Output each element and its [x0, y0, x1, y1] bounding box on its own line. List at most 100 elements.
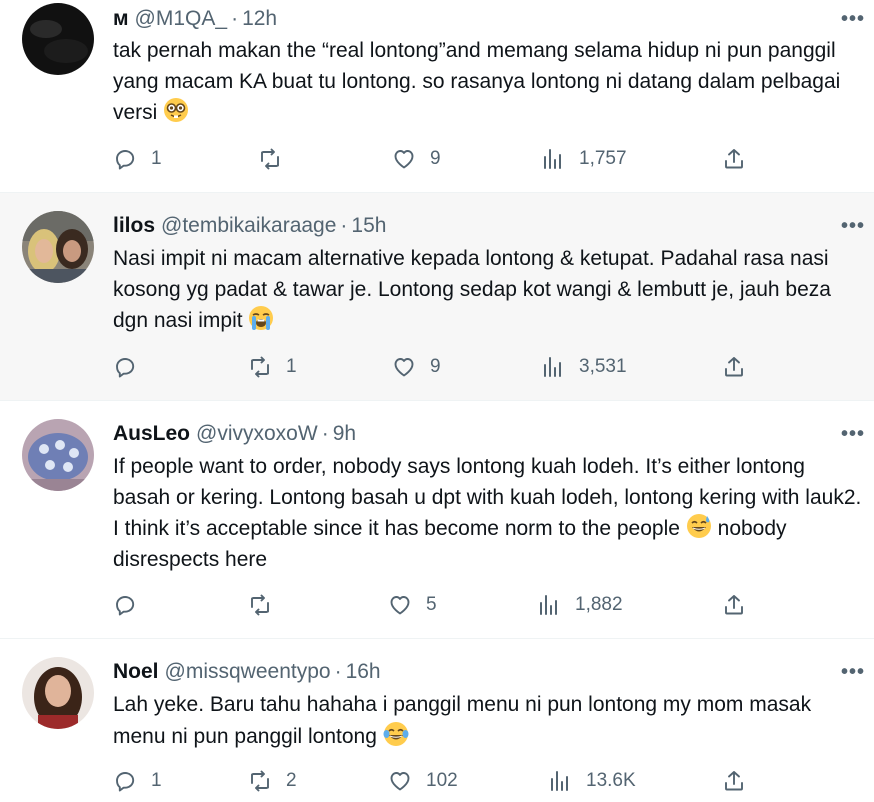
display-name[interactable]: AusLeo: [113, 422, 190, 446]
views-chart-icon: [540, 595, 557, 615]
display-name[interactable]: lilos: [113, 214, 155, 238]
avatar[interactable]: [22, 3, 94, 75]
avatar-image: [22, 211, 94, 283]
like-count: 9: [430, 148, 441, 169]
avatar-image: [22, 657, 94, 729]
repost-count: 1: [286, 356, 297, 377]
views-chart-icon: [544, 149, 561, 169]
views-button[interactable]: 13.6K: [548, 766, 636, 796]
heart-icon: [390, 596, 410, 615]
tweet-actions: 1 9 1,757: [0, 144, 874, 174]
tweet[interactable]: lilos @tembikaikaraage · 15h ••• Nasi im…: [0, 193, 874, 401]
tweet-text: tak pernah makan the “real lontong”and m…: [113, 36, 863, 129]
reply-button[interactable]: [113, 590, 151, 620]
like-button[interactable]: 9: [392, 352, 441, 382]
face-with-tears-of-joy-icon: [383, 721, 409, 746]
repost-button[interactable]: 1: [248, 352, 297, 382]
more-options-button[interactable]: •••: [838, 5, 868, 33]
reply-count: 1: [151, 148, 162, 169]
tweet-text: Nasi impit ni macam alternative kepada l…: [113, 244, 863, 337]
avatar-image: [22, 419, 94, 491]
nerd-face-icon: [164, 98, 189, 122]
share-icon: [725, 595, 743, 615]
tweet[interactable]: AusLeo @vivyxoxoW · 9h ••• If people wan…: [0, 401, 874, 639]
reply-button[interactable]: 1: [113, 144, 162, 174]
share-button[interactable]: [722, 590, 746, 620]
reply-button[interactable]: [113, 352, 151, 382]
avatar[interactable]: [22, 419, 94, 491]
tweet-text: If people want to order, nobody says lon…: [113, 452, 863, 575]
repost-icon: [251, 594, 269, 616]
view-count: 3,531: [579, 356, 627, 377]
tweet-actions: 5 1,882: [0, 590, 874, 620]
heart-icon: [394, 358, 414, 377]
share-icon: [725, 357, 743, 377]
tweet[interactable]: Noel @missqweentypo · 16h ••• Lah yeke. …: [0, 639, 874, 802]
share-button[interactable]: [722, 352, 746, 382]
more-options-button[interactable]: •••: [838, 212, 868, 240]
display-name[interactable]: Noel: [113, 660, 159, 684]
reply-button[interactable]: 1: [113, 766, 162, 796]
timestamp[interactable]: 12h: [242, 7, 277, 31]
repost-button[interactable]: [258, 144, 296, 174]
tweet-text-content: Lah yeke. Baru tahu hahaha i panggil men…: [113, 693, 812, 748]
avatar[interactable]: [22, 657, 94, 729]
view-count: 1,882: [575, 594, 623, 615]
tweet-header: Noel @missqweentypo · 16h: [113, 658, 381, 686]
heart-icon: [390, 772, 410, 791]
tweet-text-content: Nasi impit ni macam alternative kepada l…: [113, 247, 831, 332]
repost-icon: [261, 148, 279, 170]
more-options-button[interactable]: •••: [838, 420, 868, 448]
view-count: 1,757: [579, 148, 627, 169]
avatar-image: [22, 3, 94, 75]
share-icon: [725, 771, 743, 791]
view-count: 13.6K: [586, 770, 636, 791]
timestamp[interactable]: 16h: [346, 660, 381, 684]
repost-icon: [251, 770, 269, 792]
separator: ·: [321, 422, 329, 445]
separator: ·: [231, 7, 239, 30]
tweet-header: м @M1QA_ · 12h: [113, 5, 277, 33]
user-handle[interactable]: @missqweentypo: [165, 660, 331, 684]
views-button[interactable]: 1,882: [537, 590, 623, 620]
views-chart-icon: [551, 771, 568, 791]
grinning-face-with-sweat-icon: [686, 514, 711, 538]
views-button[interactable]: 3,531: [541, 352, 627, 382]
like-button[interactable]: 102: [388, 766, 458, 796]
display-name[interactable]: м: [113, 7, 129, 31]
timestamp[interactable]: 15h: [351, 214, 386, 238]
heart-icon: [394, 150, 414, 169]
like-button[interactable]: 9: [392, 144, 441, 174]
share-button[interactable]: [722, 766, 746, 796]
views-button[interactable]: 1,757: [541, 144, 627, 174]
separator: ·: [334, 660, 342, 683]
reply-icon: [116, 358, 135, 378]
user-handle[interactable]: @tembikaikaraage: [161, 214, 336, 238]
loudly-crying-face-icon: [249, 306, 274, 330]
repost-button[interactable]: [248, 590, 286, 620]
reply-icon: [116, 772, 135, 792]
more-options-button[interactable]: •••: [838, 658, 868, 686]
share-button[interactable]: [722, 144, 746, 174]
repost-count: 2: [286, 770, 297, 791]
reply-icon: [116, 150, 135, 170]
tweet-header: AusLeo @vivyxoxoW · 9h: [113, 420, 356, 448]
views-chart-icon: [544, 357, 561, 377]
user-handle[interactable]: @vivyxoxoW: [196, 422, 318, 446]
timestamp[interactable]: 9h: [333, 422, 356, 446]
like-count: 9: [430, 356, 441, 377]
separator: ·: [340, 214, 348, 237]
tweet-actions: 1 9 3,531: [0, 352, 874, 382]
tweet-text-content: tak pernah makan the “real lontong”and m…: [113, 39, 841, 124]
user-handle[interactable]: @M1QA_: [135, 7, 228, 31]
like-button[interactable]: 5: [388, 590, 437, 620]
avatar[interactable]: [22, 211, 94, 283]
like-count: 102: [426, 770, 458, 791]
tweet[interactable]: м @M1QA_ · 12h ••• tak pernah makan the …: [0, 0, 874, 193]
reply-count: 1: [151, 770, 162, 791]
repost-button[interactable]: 2: [248, 766, 297, 796]
repost-icon: [251, 356, 269, 378]
reply-icon: [116, 596, 135, 616]
tweet-header: lilos @tembikaikaraage · 15h: [113, 212, 386, 240]
share-icon: [725, 149, 743, 169]
